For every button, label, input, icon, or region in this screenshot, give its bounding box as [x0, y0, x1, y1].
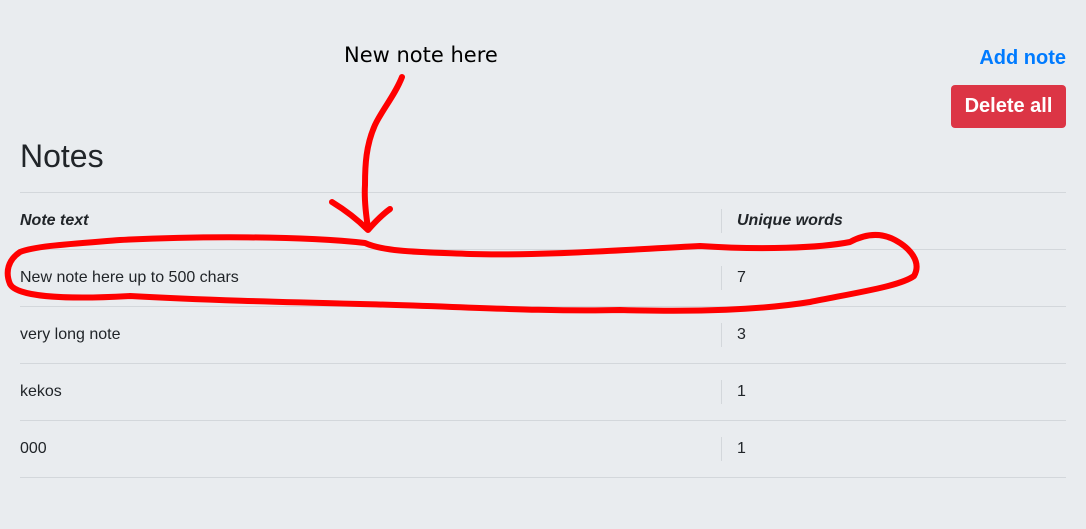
unique-words-cell: 7 [721, 249, 1066, 307]
table-row: 000 1 [20, 420, 1066, 478]
annotation-label: New note here [344, 43, 498, 67]
note-text-cell: very long note [20, 306, 721, 364]
note-text-cell: New note here up to 500 chars [20, 249, 721, 307]
note-text-cell: 000 [20, 420, 721, 478]
delete-all-button[interactable]: Delete all [951, 85, 1066, 128]
unique-words-cell: 1 [721, 420, 1066, 478]
table-header-row: Note text Unique words [20, 192, 1066, 250]
unique-words-cell: 1 [721, 363, 1066, 421]
notes-page: New note here Add note Delete all Notes … [0, 0, 1086, 529]
table-row: kekos 1 [20, 363, 1066, 421]
add-note-link[interactable]: Add note [979, 47, 1066, 70]
column-header-note-text: Note text [20, 192, 721, 250]
table-row: New note here up to 500 chars 7 [20, 249, 1066, 307]
column-header-unique-words: Unique words [721, 192, 1066, 250]
notes-table: Note text Unique words New note here up … [20, 192, 1066, 478]
page-title: Notes [20, 138, 104, 174]
table-row: very long note 3 [20, 306, 1066, 364]
unique-words-cell: 3 [721, 306, 1066, 364]
note-text-cell: kekos [20, 363, 721, 421]
